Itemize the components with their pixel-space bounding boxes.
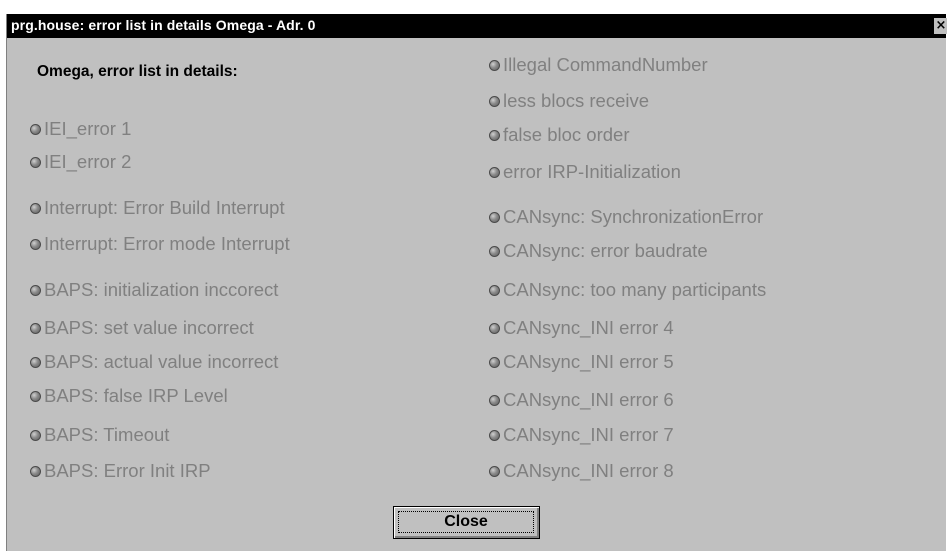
- error-item-baps-irp-level: BAPS: false IRP Level: [30, 385, 228, 407]
- error-item-cansync-ini-4: CANsync_INI error 4: [489, 317, 674, 339]
- error-label: IEI_error 2: [44, 151, 132, 172]
- close-icon[interactable]: ×: [934, 18, 947, 34]
- error-item-cansync-ini-7: CANsync_INI error 7: [489, 424, 674, 446]
- close-button-label: Close: [444, 513, 488, 530]
- status-led-icon: [30, 465, 41, 477]
- status-led-icon: [30, 123, 41, 135]
- close-button[interactable]: Close: [393, 506, 540, 539]
- error-item-false-bloc-order: false bloc order: [489, 124, 629, 146]
- error-item-baps-init-irp: BAPS: Error Init IRP: [30, 460, 211, 482]
- error-list-window: prg.house: error list in details Omega -…: [6, 14, 947, 551]
- status-led-icon: [489, 465, 500, 477]
- error-label: Illegal CommandNumber: [503, 54, 708, 75]
- status-led-icon: [30, 429, 41, 441]
- error-label: Interrupt: Error Build Interrupt: [44, 197, 285, 218]
- error-label: less blocs receive: [503, 90, 650, 111]
- error-item-baps-actual-value: BAPS: actual value incorrect: [30, 351, 278, 373]
- status-led-icon: [30, 390, 41, 402]
- error-label: BAPS: false IRP Level: [44, 385, 228, 406]
- error-item-iei-error-2: IEI_error 2: [30, 151, 131, 173]
- error-label: CANsync: error baudrate: [503, 240, 708, 261]
- error-label: CANsync: SynchronizationError: [503, 206, 764, 227]
- error-item-irp-init: error IRP-Initialization: [489, 161, 681, 183]
- status-led-icon: [489, 59, 500, 71]
- status-led-icon: [489, 429, 500, 441]
- error-item-less-blocs: less blocs receive: [489, 90, 649, 112]
- error-item-cansync-ini-6: CANsync_INI error 6: [489, 389, 674, 411]
- error-label: BAPS: Error Init IRP: [44, 460, 211, 481]
- error-item-interrupt-build: Interrupt: Error Build Interrupt: [30, 197, 285, 219]
- error-item-cansync-ini-8: CANsync_INI error 8: [489, 460, 674, 482]
- status-led-icon: [30, 238, 41, 250]
- status-led-icon: [30, 284, 41, 296]
- status-led-icon: [489, 394, 500, 406]
- list-heading: Omega, error list in details:: [37, 63, 238, 80]
- error-label: false bloc order: [503, 124, 630, 145]
- status-led-icon: [30, 156, 41, 168]
- status-led-icon: [489, 95, 500, 107]
- error-item-cansync-sync: CANsync: SynchronizationError: [489, 206, 763, 228]
- error-label: CANsync_INI error 6: [503, 389, 674, 410]
- status-led-icon: [489, 284, 500, 296]
- error-item-iei-error-1: IEI_error 1: [30, 118, 131, 140]
- error-label: CANsync: too many participants: [503, 279, 767, 300]
- status-led-icon: [489, 245, 500, 257]
- status-led-icon: [489, 211, 500, 223]
- status-led-icon: [30, 202, 41, 214]
- error-label: CANsync_INI error 8: [503, 460, 674, 481]
- error-label: BAPS: initialization inccorect: [44, 279, 279, 300]
- status-led-icon: [489, 129, 500, 141]
- status-led-icon: [30, 322, 41, 334]
- error-item-interrupt-mode: Interrupt: Error mode Interrupt: [30, 233, 290, 255]
- window-title: prg.house: error list in details Omega -…: [11, 17, 316, 33]
- error-label: BAPS: Timeout: [44, 424, 170, 445]
- error-label: CANsync_INI error 5: [503, 351, 674, 372]
- error-label: BAPS: set value incorrect: [44, 317, 254, 338]
- status-led-icon: [30, 356, 41, 368]
- status-led-icon: [489, 322, 500, 334]
- error-item-baps-timeout: BAPS: Timeout: [30, 424, 169, 446]
- error-label: IEI_error 1: [44, 118, 132, 139]
- error-item-cansync-ini-5: CANsync_INI error 5: [489, 351, 674, 373]
- error-item-baps-init: BAPS: initialization inccorect: [30, 279, 278, 301]
- error-item-cansync-baudrate: CANsync: error baudrate: [489, 240, 708, 262]
- error-label: CANsync_INI error 4: [503, 317, 674, 338]
- error-label: error IRP-Initialization: [503, 161, 681, 182]
- error-label: Interrupt: Error mode Interrupt: [44, 233, 290, 254]
- focus-rectangle: Close: [398, 511, 534, 533]
- error-item-illegal-command: Illegal CommandNumber: [489, 54, 708, 76]
- status-led-icon: [489, 356, 500, 368]
- status-led-icon: [489, 166, 500, 178]
- error-label: BAPS: actual value incorrect: [44, 351, 279, 372]
- error-item-baps-set-value: BAPS: set value incorrect: [30, 317, 254, 339]
- error-item-cansync-participants: CANsync: too many participants: [489, 279, 766, 301]
- error-label: CANsync_INI error 7: [503, 424, 674, 445]
- title-bar[interactable]: prg.house: error list in details Omega -…: [7, 14, 947, 38]
